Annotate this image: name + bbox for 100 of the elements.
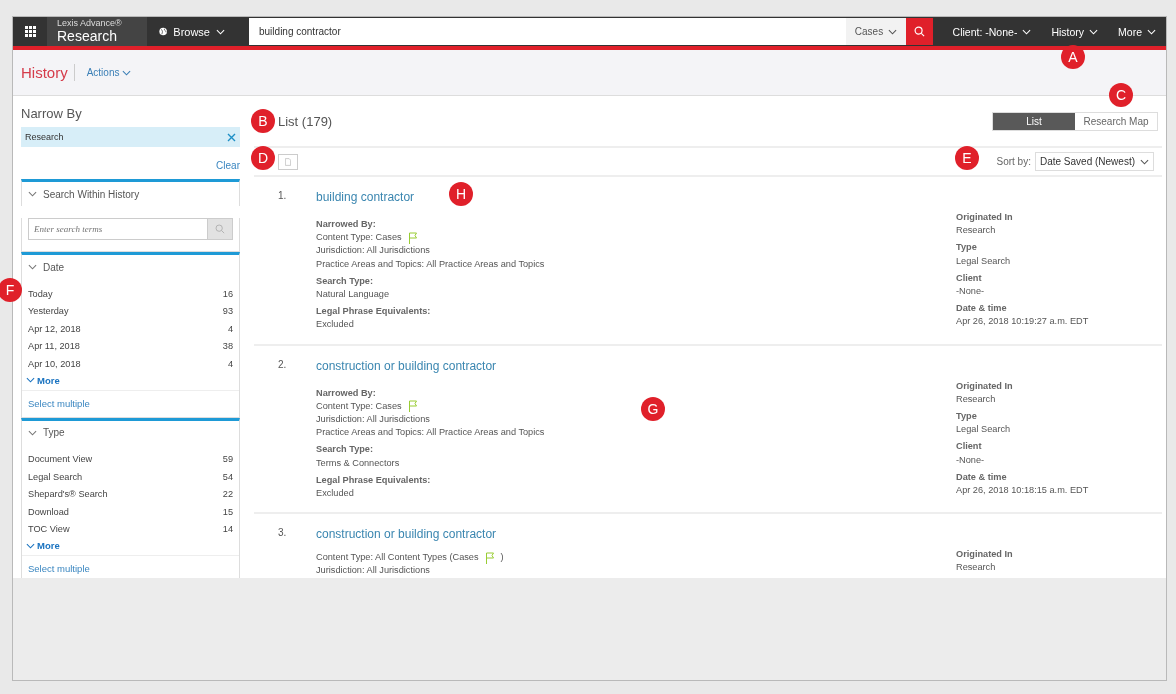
detail-value: Legal Search <box>956 423 1011 437</box>
more-menu[interactable]: More <box>1108 17 1166 46</box>
apps-grid-icon[interactable] <box>24 26 36 37</box>
scope-selector[interactable]: Cases <box>846 18 906 45</box>
detail-label: Search Type: <box>316 443 375 457</box>
sidebar-title: Narrow By <box>21 106 83 121</box>
facet-count: 15 <box>222 506 233 517</box>
download-button[interactable] <box>278 153 298 170</box>
chevron-down-icon <box>1147 28 1156 35</box>
browse-menu[interactable]: Browse <box>173 25 210 38</box>
chevron-down-icon <box>26 542 35 549</box>
facet-count: 16 <box>222 288 233 299</box>
result-title-link[interactable]: construction or building contractor <box>316 527 497 542</box>
chevron-down-icon <box>28 264 37 270</box>
detail-value: Apr 26, 2018 10:19:27 a.m. EDT <box>956 315 1089 329</box>
detail-value: -None- <box>956 453 985 467</box>
app-logo[interactable]: Lexis Advance® Research <box>47 17 147 46</box>
result-number: 1. <box>278 189 288 203</box>
detail-label: Client <box>956 440 983 454</box>
facet-count: 54 <box>222 471 233 482</box>
chevron-down-icon <box>1140 158 1149 165</box>
view-toggle[interactable]: List <box>993 112 1075 130</box>
detail-label: Narrowed By: <box>316 218 377 231</box>
detail-value: Excluded <box>316 487 354 501</box>
detail-value: -None- <box>956 285 985 298</box>
detail-label: Originated In <box>956 211 1014 224</box>
facet-item[interactable]: Today 16 <box>28 285 233 303</box>
facet-count: 4 <box>227 323 233 334</box>
search-button[interactable] <box>906 18 933 45</box>
list-heading: List (179) <box>278 113 333 129</box>
search-within-field[interactable]: Enter search terms <box>28 218 207 240</box>
facet-item[interactable]: Shepard's® Search 22 <box>28 485 233 503</box>
detail-label: Client <box>956 271 983 285</box>
clear-link[interactable]: Clear <box>21 160 240 171</box>
chevron-down-icon <box>122 69 132 76</box>
detail-value: Natural Language <box>316 288 390 301</box>
detail-value: Research <box>956 561 996 575</box>
flag-icon[interactable] <box>407 231 418 244</box>
search-icon <box>215 224 225 234</box>
detail-value: Content Type: Cases <box>316 231 402 245</box>
detail-value: Apr 26, 2018 10:18:15 a.m. EDT <box>956 484 1089 498</box>
detail-value: Jurisdiction: All Jurisdictions <box>316 413 430 427</box>
history-menu[interactable]: History <box>1041 17 1109 46</box>
detail-label: Originated In <box>956 548 1014 562</box>
facet-item[interactable]: Apr 10, 2018 4 <box>28 355 233 373</box>
facet-count: 4 <box>227 358 233 369</box>
detail-value: Terms & Connectors <box>316 456 400 470</box>
result-title-link[interactable]: building contractor <box>316 190 415 204</box>
detail-value: Content Type: All Content Types (Cases <box>316 551 479 565</box>
result-number: 2. <box>278 357 288 372</box>
facet-item[interactable]: Apr 12, 2018 4 <box>28 320 233 338</box>
chevron-down-icon <box>26 377 35 383</box>
detail-label: Date & time <box>956 470 1008 484</box>
chevron-down-icon <box>28 429 37 436</box>
logo-subtitle: Lexis Advance® <box>57 19 123 28</box>
sort-dropdown[interactable]: Date Saved (Newest) <box>1034 152 1154 171</box>
flag-icon[interactable] <box>407 400 418 413</box>
search-field[interactable]: building contractor <box>249 18 846 45</box>
detail-label: Legal Phrase Equivalents: <box>316 305 432 319</box>
facet-count: 38 <box>222 341 233 352</box>
select-multiple-link[interactable]: Select multiple <box>22 555 239 578</box>
chevron-right-icon <box>888 28 898 35</box>
facet-count: 22 <box>222 489 233 500</box>
chevron-down-icon <box>1022 28 1032 35</box>
chevron-down-icon <box>216 28 225 35</box>
facet-item[interactable]: TOC View 14 <box>28 520 233 538</box>
globe-icon <box>159 26 168 37</box>
filter-chip[interactable]: Research <box>21 127 240 147</box>
facet-item[interactable]: Download 15 <box>28 503 233 521</box>
search-icon <box>914 26 925 37</box>
facet-count: 93 <box>222 306 233 317</box>
select-multiple-link[interactable]: Select multiple <box>22 389 239 417</box>
facet-item[interactable]: Legal Search 54 <box>28 468 233 486</box>
chevron-down-icon <box>28 191 37 197</box>
actions-menu[interactable]: Actions <box>80 66 138 79</box>
result-title-link[interactable]: construction or building contractor <box>316 358 497 373</box>
detail-value: Practice Areas and Topics: All Practice Areas and Topics <box>316 257 545 271</box>
logo-title: Research <box>57 29 118 43</box>
facet-item[interactable]: Yesterday 93 <box>28 302 233 320</box>
facet-count: 59 <box>222 454 233 465</box>
sort-label: Sort by: <box>996 156 1031 167</box>
close-icon[interactable] <box>227 132 236 142</box>
detail-label: Narrowed By: <box>316 386 377 400</box>
detail-value: Excluded <box>316 318 354 332</box>
detail-value: Research <box>956 224 996 238</box>
filter-label: Research <box>25 132 64 142</box>
detail-label: Type <box>956 410 978 424</box>
more-link[interactable]: More <box>26 540 239 551</box>
detail-label: Legal Phrase Equivalents: <box>316 473 432 487</box>
detail-label: Originated In <box>956 379 1014 393</box>
more-link[interactable]: More <box>26 374 239 386</box>
client-menu[interactable]: Client: -None- <box>942 17 1042 46</box>
detail-value: Jurisdiction: All Jurisdictions <box>316 244 430 258</box>
detail-label: Search Type: <box>316 274 375 288</box>
facet-item[interactable]: Apr 11, 2018 38 <box>28 337 233 355</box>
detail-value: Research <box>956 392 996 406</box>
facet-item[interactable]: Document View 59 <box>28 450 233 468</box>
callout-marker: F <box>0 278 22 302</box>
flag-icon[interactable] <box>484 551 495 564</box>
detail-label: Date & time <box>956 302 1008 316</box>
